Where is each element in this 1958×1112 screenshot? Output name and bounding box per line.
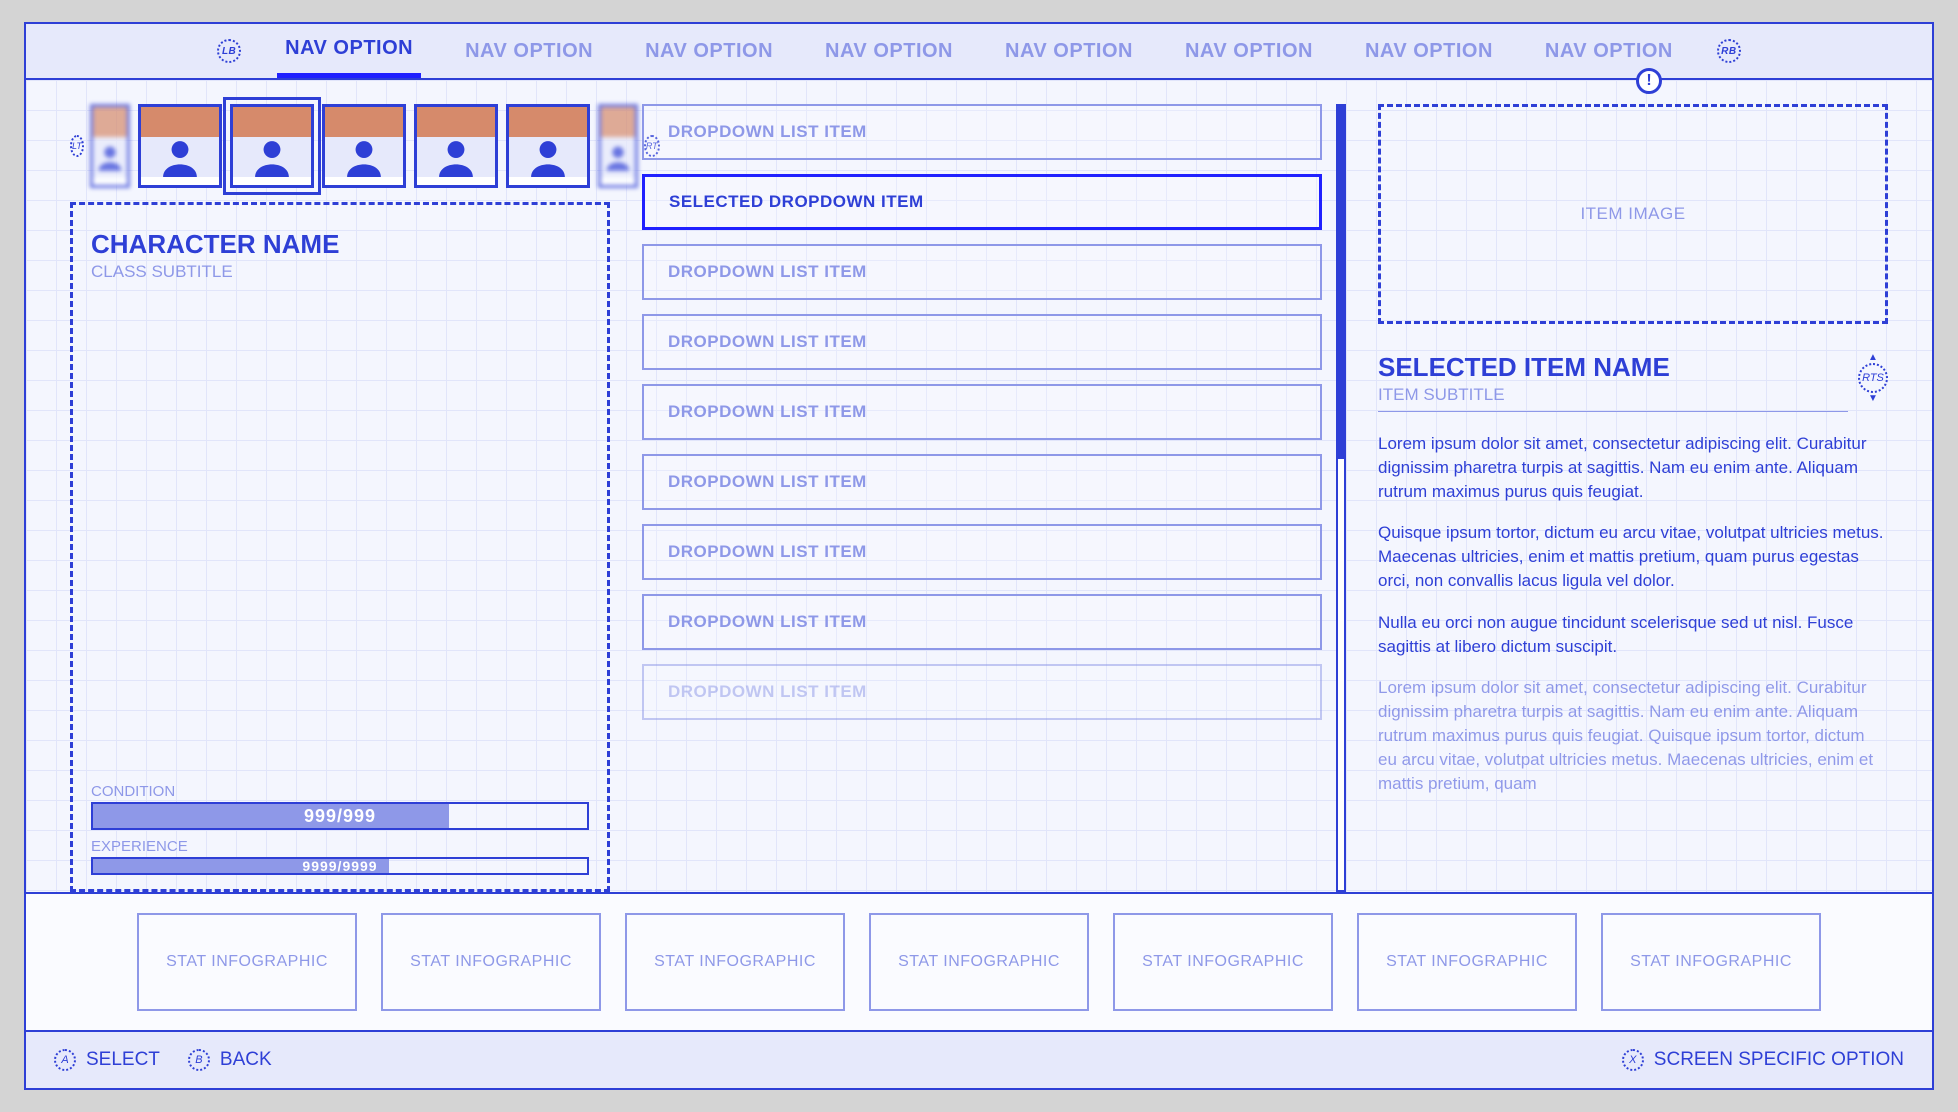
list-item-7[interactable]: DROPDOWN LIST ITEM bbox=[642, 594, 1322, 650]
nav-tab-0[interactable]: NAV OPTION bbox=[277, 24, 421, 78]
item-desc-paragraph: Nulla eu orci non augue tincidunt sceler… bbox=[1378, 611, 1888, 659]
list-item-6[interactable]: DROPDOWN LIST ITEM bbox=[642, 524, 1322, 580]
scrollbar-thumb[interactable] bbox=[1337, 106, 1345, 459]
character-card: CHARACTER NAME CLASS SUBTITLE CONDITION … bbox=[70, 202, 610, 892]
list-item-0[interactable]: DROPDOWN LIST ITEM bbox=[642, 104, 1322, 160]
select-label: SELECT bbox=[86, 1049, 160, 1071]
stat-box-4[interactable]: STAT INFOGRAPHIC bbox=[1113, 913, 1333, 1011]
nav-tab-6[interactable]: NAV OPTION bbox=[1357, 24, 1501, 78]
item-desc-paragraph: Lorem ipsum dolor sit amet, consectetur … bbox=[1378, 676, 1888, 795]
experience-bar: 9999/9999 bbox=[91, 857, 589, 875]
nav-tab-2[interactable]: NAV OPTION bbox=[637, 24, 781, 78]
x-button-icon: X bbox=[1622, 1049, 1644, 1071]
condition-value: 999/999 bbox=[93, 804, 587, 828]
character-portrait-1[interactable] bbox=[138, 104, 222, 188]
stat-box-6[interactable]: STAT INFOGRAPHIC bbox=[1601, 913, 1821, 1011]
item-subtitle: ITEM SUBTITLE bbox=[1378, 385, 1848, 412]
nav-tab-4[interactable]: NAV OPTION bbox=[997, 24, 1141, 78]
character-roster: LT RT bbox=[70, 104, 610, 188]
list-item-5[interactable]: DROPDOWN LIST ITEM bbox=[642, 454, 1322, 510]
character-portrait-6[interactable] bbox=[598, 104, 638, 188]
stat-box-2[interactable]: STAT INFOGRAPHIC bbox=[625, 913, 845, 1011]
character-portrait-4[interactable] bbox=[414, 104, 498, 188]
chevron-down-icon: ▼ bbox=[1868, 393, 1878, 404]
list-item-8[interactable]: DROPDOWN LIST ITEM bbox=[642, 664, 1322, 720]
condition-bar: 999/999 bbox=[91, 802, 589, 830]
a-button-icon: A bbox=[54, 1049, 76, 1071]
item-desc-paragraph: Quisque ipsum tortor, dictum eu arcu vit… bbox=[1378, 521, 1888, 592]
stat-strip: STAT INFOGRAPHICSTAT INFOGRAPHICSTAT INF… bbox=[26, 892, 1932, 1032]
character-portrait-0[interactable] bbox=[90, 104, 130, 188]
trigger-left-icon[interactable]: LT bbox=[70, 135, 84, 157]
nav-tab-7[interactable]: NAV OPTION bbox=[1537, 24, 1681, 78]
stat-box-1[interactable]: STAT INFOGRAPHIC bbox=[381, 913, 601, 1011]
alert-icon[interactable]: ! bbox=[1636, 68, 1662, 94]
footer-bar: A SELECT B BACK X SCREEN SPECIFIC OPTION bbox=[26, 1032, 1932, 1088]
character-portrait-2[interactable] bbox=[230, 104, 314, 188]
condition-label: CONDITION bbox=[91, 783, 589, 800]
list-scrollbar[interactable] bbox=[1336, 104, 1346, 892]
nav-tab-5[interactable]: NAV OPTION bbox=[1177, 24, 1321, 78]
nav-tab-3[interactable]: NAV OPTION bbox=[817, 24, 961, 78]
experience-label: EXPERIENCE bbox=[91, 838, 589, 855]
screen-option-label: SCREEN SPECIFIC OPTION bbox=[1654, 1049, 1904, 1071]
right-stick-scroll[interactable]: ▲ RTS ▼ bbox=[1858, 352, 1888, 404]
right-stick-icon: RTS bbox=[1858, 363, 1888, 393]
item-image-placeholder: ITEM IMAGE bbox=[1378, 104, 1888, 324]
stat-box-3[interactable]: STAT INFOGRAPHIC bbox=[869, 913, 1089, 1011]
character-portrait-3[interactable] bbox=[322, 104, 406, 188]
stat-box-0[interactable]: STAT INFOGRAPHIC bbox=[137, 913, 357, 1011]
stat-box-5[interactable]: STAT INFOGRAPHIC bbox=[1357, 913, 1577, 1011]
item-list: DROPDOWN LIST ITEM SELECTED DROPDOWN ITEM… bbox=[642, 104, 1322, 892]
nav-tab-1[interactable]: NAV OPTION bbox=[457, 24, 601, 78]
character-portrait-5[interactable] bbox=[506, 104, 590, 188]
experience-value: 9999/9999 bbox=[93, 859, 587, 873]
item-desc-paragraph: Lorem ipsum dolor sit amet, consectetur … bbox=[1378, 432, 1888, 503]
bumper-left-icon[interactable]: LB bbox=[217, 39, 241, 63]
item-title: SELECTED ITEM NAME bbox=[1378, 352, 1848, 383]
back-label: BACK bbox=[220, 1049, 272, 1071]
back-button[interactable]: B BACK bbox=[188, 1049, 272, 1071]
list-item-1[interactable]: SELECTED DROPDOWN ITEM bbox=[642, 174, 1322, 230]
character-class: CLASS SUBTITLE bbox=[91, 262, 589, 282]
bumper-right-icon[interactable]: RB bbox=[1717, 39, 1741, 63]
item-description: Lorem ipsum dolor sit amet, consectetur … bbox=[1378, 432, 1888, 892]
character-name: CHARACTER NAME bbox=[91, 229, 589, 260]
list-item-4[interactable]: DROPDOWN LIST ITEM bbox=[642, 384, 1322, 440]
select-button[interactable]: A SELECT bbox=[54, 1049, 160, 1071]
b-button-icon: B bbox=[188, 1049, 210, 1071]
list-item-2[interactable]: DROPDOWN LIST ITEM bbox=[642, 244, 1322, 300]
list-item-3[interactable]: DROPDOWN LIST ITEM bbox=[642, 314, 1322, 370]
screen-option-button[interactable]: X SCREEN SPECIFIC OPTION bbox=[1622, 1049, 1904, 1071]
chevron-up-icon: ▲ bbox=[1868, 352, 1878, 363]
